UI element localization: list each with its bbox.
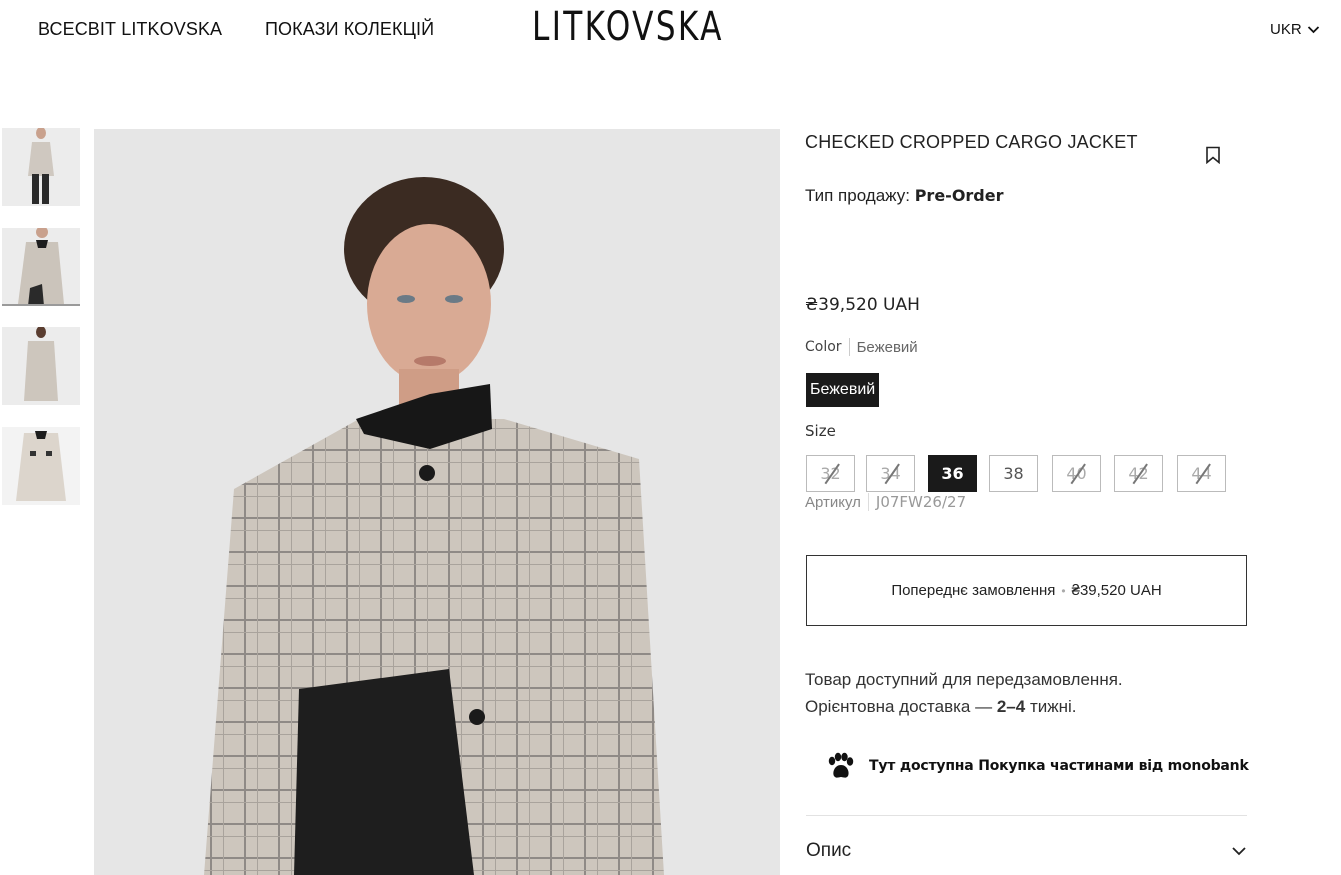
availability-note: Товар доступний для передзамовлення. Орі… — [805, 666, 1123, 720]
thumbnail-image — [2, 228, 80, 304]
sku-value: J07FW26/27 — [875, 493, 967, 511]
thumbnail-2[interactable] — [2, 228, 80, 306]
size-option-40[interactable]: 40 — [1052, 455, 1101, 492]
product-title: CHECKED CROPPED CARGO JACKET — [805, 132, 1138, 152]
thumbnail-3[interactable] — [2, 327, 80, 405]
description-label: Опис — [806, 840, 852, 861]
availability-prefix: Орієнтовна доставка — — [805, 697, 993, 716]
chevron-down-icon — [1232, 847, 1246, 856]
availability-weeks: 2–4 — [996, 697, 1026, 716]
size-option-38[interactable]: 38 — [989, 455, 1038, 492]
monobank-text: Тут доступна Покупка частинами від monob… — [869, 758, 1249, 774]
divider — [867, 493, 869, 511]
brand-logo[interactable]: LITKOVSKA — [532, 4, 724, 50]
color-label: Color — [805, 339, 842, 355]
sku-label: Артикул — [805, 493, 861, 511]
sku-row: Артикул J07FW26/27 — [805, 493, 966, 511]
nav-link-world[interactable]: ВСЕСВІТ LITKOVSKA — [38, 19, 222, 40]
chevron-down-icon — [1307, 26, 1319, 34]
preorder-button[interactable]: Попереднє замовлення • ₴39,520 UAH — [806, 555, 1247, 626]
product-price: ₴39,520 UAH — [805, 295, 920, 315]
availability-line-1: Товар доступний для передзамовлення. — [805, 670, 1123, 689]
thumbnail-image — [2, 128, 80, 206]
sale-type-label: Тип продажу: — [805, 186, 910, 205]
description-accordion[interactable]: Опис — [806, 840, 1247, 862]
monobank-installments[interactable]: Тут доступна Покупка частинами від monob… — [825, 752, 1249, 780]
thumbnail-image — [2, 427, 80, 505]
separator-dot: • — [1061, 583, 1066, 598]
product-main-image — [94, 129, 780, 875]
divider — [848, 338, 850, 356]
size-label: Size — [805, 422, 836, 440]
size-option-34[interactable]: 34 — [866, 455, 915, 492]
size-option-36[interactable]: 36 — [928, 455, 977, 492]
product-photo — [94, 129, 780, 875]
size-option-42[interactable]: 42 — [1114, 455, 1163, 492]
thumbnail-4[interactable] — [2, 427, 80, 505]
sale-type: Тип продажу: Pre-Order — [805, 186, 1004, 206]
size-option-32[interactable]: 32 — [806, 455, 855, 492]
preorder-button-label: Попереднє замовлення — [891, 582, 1056, 599]
thumbnail-1[interactable] — [2, 128, 80, 206]
bookmark-icon[interactable] — [1205, 146, 1221, 164]
language-label: UKR — [1270, 21, 1302, 38]
nav-link-shows[interactable]: ПОКАЗИ КОЛЕКЦІЙ — [265, 19, 434, 40]
size-option-44[interactable]: 44 — [1177, 455, 1226, 492]
color-row: Color Бежевий — [805, 338, 918, 356]
language-selector[interactable]: UKR — [1270, 21, 1320, 38]
section-divider — [806, 815, 1247, 816]
availability-line-2: Орієнтовна доставка — 2–4 тижні. — [805, 693, 1123, 720]
thumbnail-image — [2, 327, 80, 405]
color-value: Бежевий — [856, 338, 918, 356]
availability-suffix: тижні. — [1029, 697, 1077, 716]
color-option-beige[interactable]: Бежевий — [806, 373, 880, 407]
paw-icon — [828, 752, 854, 778]
sale-type-value: Pre-Order — [914, 186, 1004, 205]
preorder-button-price: ₴39,520 UAH — [1071, 582, 1162, 599]
